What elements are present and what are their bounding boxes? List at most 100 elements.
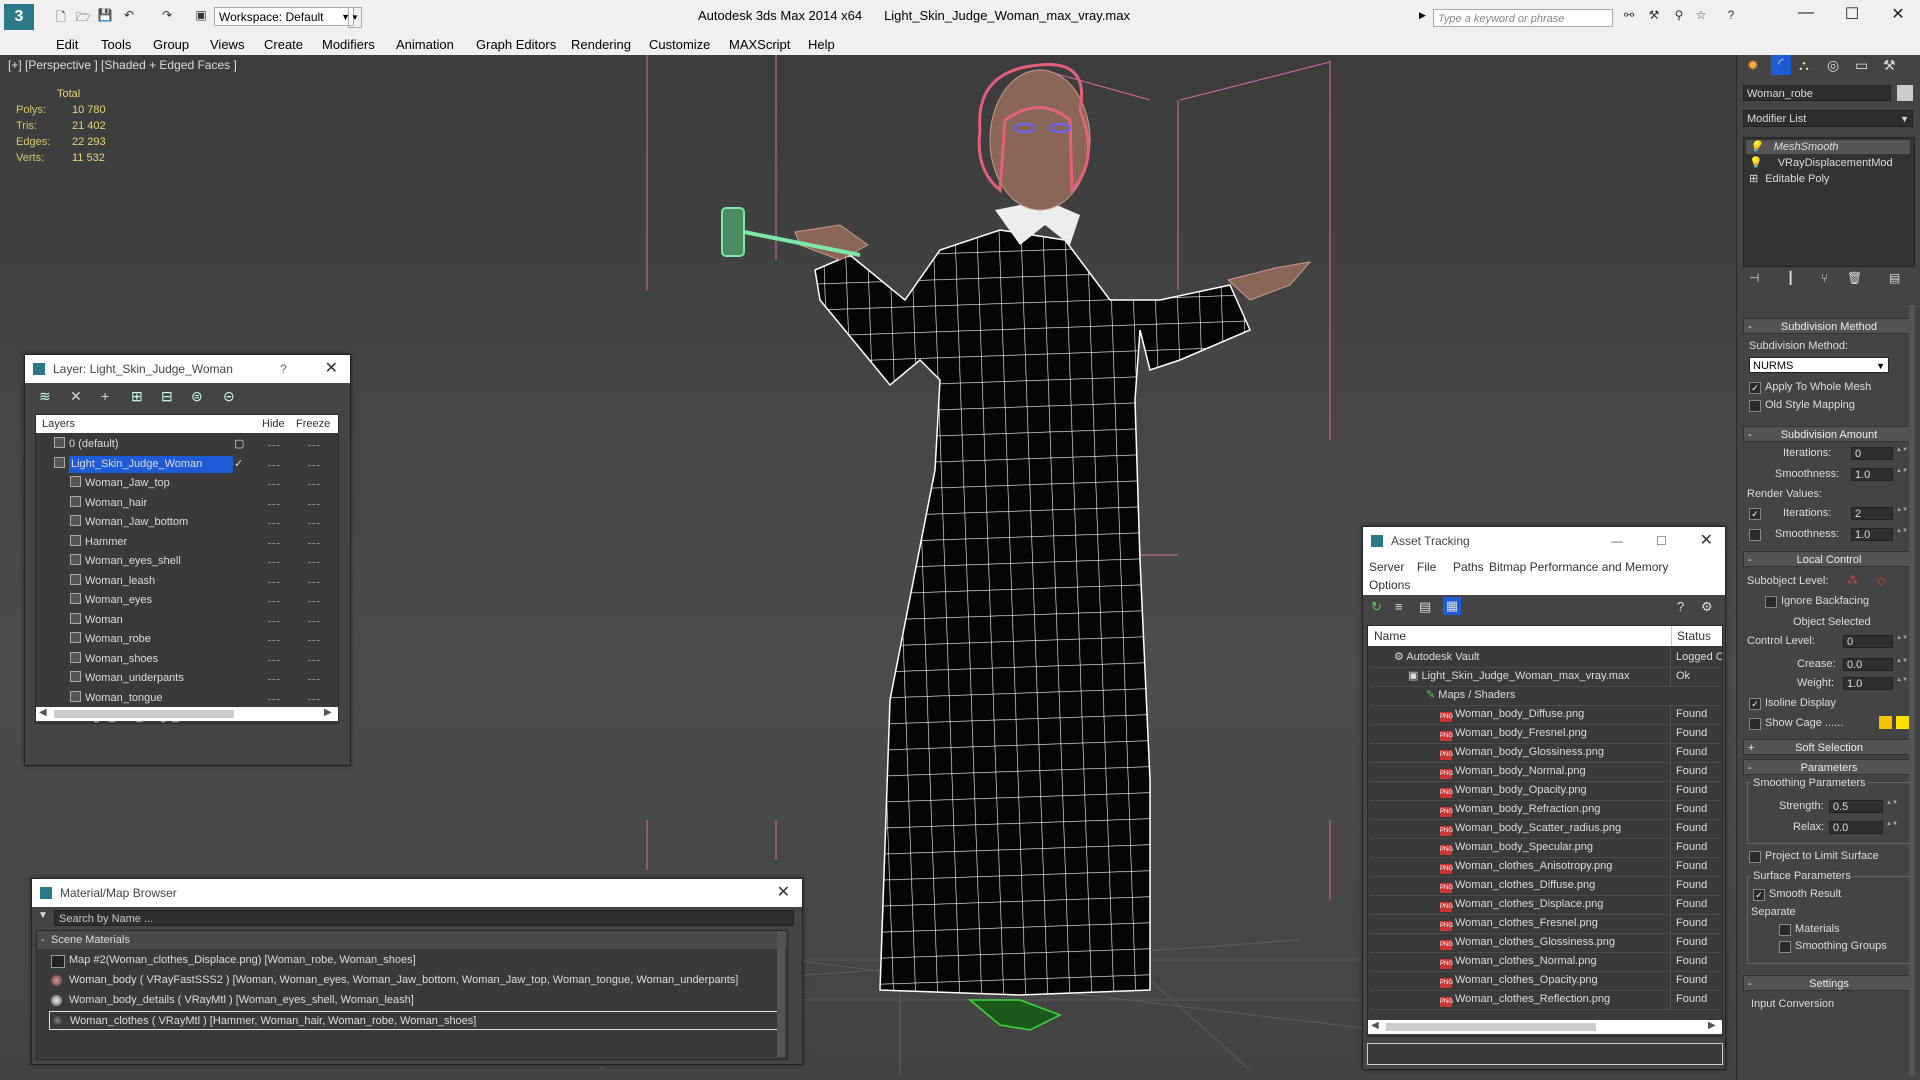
lightbulb-icon[interactable]: 💡: [1746, 141, 1766, 153]
hide-toggle[interactable]: [268, 640, 280, 643]
cage-color-swatch-2[interactable]: [1896, 716, 1909, 729]
menu-edit[interactable]: Edit: [56, 37, 78, 52]
stack-item-meshsmooth[interactable]: 💡 MeshSmooth: [1746, 140, 1910, 154]
minimize-icon[interactable]: —: [1786, 4, 1826, 22]
help-icon[interactable]: ?: [280, 355, 287, 383]
layer-row[interactable]: Woman_shoes: [36, 650, 338, 669]
smooth-result-checkbox[interactable]: ✓: [1753, 889, 1765, 901]
filter-arrow-icon[interactable]: ▼: [38, 910, 48, 921]
close-icon[interactable]: ✕: [1878, 4, 1918, 24]
add-selection-icon[interactable]: ⊞: [131, 388, 143, 405]
help-icon[interactable]: ?: [1677, 599, 1684, 614]
rollout-settings[interactable]: - Settings: [1743, 975, 1915, 991]
scroll-right-icon[interactable]: ▶: [324, 707, 332, 718]
asset-row[interactable]: PNG Woman_clothes_Glossiness.png Found: [1370, 933, 1720, 953]
utilities-tab-icon[interactable]: ⚒: [1883, 57, 1896, 74]
freeze-toggle[interactable]: [308, 523, 320, 526]
asset-row[interactable]: PNG Woman_clothes_Reflection.png Found: [1370, 990, 1720, 1010]
freeze-toggle[interactable]: [308, 698, 320, 702]
freeze-toggle[interactable]: [308, 542, 320, 546]
configure-sets-icon[interactable]: ▤: [1889, 271, 1900, 285]
asset-row[interactable]: PNG Woman_body_Diffuse.png Found: [1370, 705, 1720, 725]
select-objects-icon[interactable]: ⊟: [161, 388, 173, 405]
maximize-icon[interactable]: ☐: [1832, 4, 1872, 24]
hide-toggle[interactable]: [268, 679, 280, 682]
relax-spinner[interactable]: 0.0: [1829, 820, 1893, 834]
maximize-icon[interactable]: ☐: [1656, 527, 1667, 555]
material-item-selected[interactable]: Woman_clothes ( VRayMtl ) [Hammer, Woman…: [49, 1011, 781, 1030]
hscroll[interactable]: ◀ ▶: [36, 707, 338, 721]
vertex-level-icon[interactable]: ⁂: [1847, 574, 1858, 587]
hide-toggle[interactable]: [268, 523, 280, 526]
menu-paths[interactable]: Paths: [1453, 560, 1484, 574]
hide-toggle[interactable]: [268, 503, 280, 507]
scroll-right-icon[interactable]: ▶: [1708, 1020, 1716, 1031]
menu-bitmap-performance[interactable]: Bitmap Performance and Memory: [1489, 560, 1668, 574]
lightbulb-icon[interactable]: 💡: [1746, 157, 1766, 169]
thumbnail-view-icon[interactable]: ▤: [1419, 599, 1431, 615]
menu-views[interactable]: Views: [210, 37, 244, 52]
layer-row-selected[interactable]: Light_Skin_Judge_Woman ✓: [36, 455, 338, 474]
new-file-icon[interactable]: 🗋: [52, 8, 70, 24]
workspace-dropdown-button[interactable]: ▼: [348, 7, 362, 28]
layer-row[interactable]: Woman_robe: [36, 630, 338, 649]
menu-rendering[interactable]: Rendering: [571, 37, 631, 52]
layer-row[interactable]: Woman_Jaw_top: [36, 474, 338, 493]
scroll-left-icon[interactable]: ◀: [1371, 1020, 1379, 1031]
col-layers[interactable]: Layers: [42, 415, 75, 433]
current-layer-check-icon[interactable]: ✓: [234, 455, 243, 474]
scroll-left-icon[interactable]: ◀: [39, 707, 47, 718]
apply-whole-mesh-checkbox[interactable]: ✓: [1749, 382, 1761, 394]
layer-row[interactable]: Woman_eyes: [36, 591, 338, 610]
freeze-toggle[interactable]: [308, 445, 320, 448]
list-view-icon[interactable]: ≡: [1395, 599, 1403, 614]
search-arrow-icon[interactable]: ▶: [1419, 10, 1426, 21]
asset-row[interactable]: ⚙ Autodesk Vault Logged C: [1370, 648, 1722, 668]
current-layer-box-icon[interactable]: ▢: [234, 435, 244, 454]
search-input[interactable]: Type a keyword or phrase: [1433, 9, 1613, 27]
object-name-field[interactable]: Woman_robe: [1743, 85, 1891, 101]
hide-toggle[interactable]: [268, 542, 280, 546]
col-status[interactable]: Status: [1671, 626, 1711, 646]
render-iterations-checkbox[interactable]: ✓: [1749, 508, 1761, 520]
expand-icon[interactable]: ⊞: [1746, 173, 1761, 185]
asset-hscroll[interactable]: ◀ ▶: [1368, 1020, 1722, 1034]
delete-layer-icon[interactable]: ✕: [70, 388, 82, 405]
asset-tracking-titlebar[interactable]: Asset Tracking — ☐ ✕: [1363, 527, 1725, 555]
freeze-toggle[interactable]: [308, 620, 320, 624]
close-icon[interactable]: ✕: [1700, 527, 1713, 555]
render-smoothness-checkbox[interactable]: [1749, 529, 1761, 541]
rollout-subdivision-method[interactable]: - Subdivision Method: [1743, 318, 1915, 334]
workspace-dropdown[interactable]: Workspace: Default ▼: [214, 7, 354, 26]
hide-toggle[interactable]: [268, 620, 280, 624]
add-layer-icon[interactable]: +: [101, 388, 109, 404]
materials-checkbox[interactable]: [1779, 924, 1791, 936]
asset-row[interactable]: PNG Woman_clothes_Normal.png Found: [1370, 952, 1720, 972]
layer-row[interactable]: Woman_eyes_shell: [36, 552, 338, 571]
material-item[interactable]: Map #2(Woman_clothes_Displace.png) [Woma…: [51, 951, 416, 970]
layer-row[interactable]: 0 (default) ▢: [36, 435, 338, 454]
material-item[interactable]: Woman_body_details ( VRayMtl ) [Woman_ey…: [51, 991, 414, 1010]
layer-row[interactable]: Woman_hair: [36, 494, 338, 513]
scene-materials-group[interactable]: - Scene Materials: [37, 931, 787, 949]
menu-customize[interactable]: Customize: [649, 37, 710, 52]
subdivision-method-dropdown[interactable]: NURMS ▼: [1749, 357, 1889, 373]
motion-tab-icon[interactable]: ◎: [1827, 57, 1839, 74]
undo-icon[interactable]: ↶: [120, 8, 138, 24]
menu-maxscript[interactable]: MAXScript: [729, 37, 790, 52]
refresh-icon[interactable]: ↻: [1371, 599, 1382, 615]
menu-server[interactable]: Server: [1369, 560, 1404, 574]
sign-in-icon[interactable]: ⚲: [1670, 8, 1688, 24]
asset-row[interactable]: PNG Woman_clothes_Opacity.png Found: [1370, 971, 1720, 991]
scroll-thumb[interactable]: [1386, 1023, 1596, 1031]
help-icon[interactable]: ?: [1722, 8, 1740, 24]
asset-row[interactable]: PNG Woman_body_Specular.png Found: [1370, 838, 1720, 858]
save-icon[interactable]: 💾: [96, 8, 114, 24]
hide-toggle[interactable]: [268, 698, 280, 702]
binoculars-icon[interactable]: ⚯: [1620, 8, 1638, 24]
asset-row[interactable]: PNG Woman_body_Fresnel.png Found: [1370, 724, 1720, 744]
asset-row[interactable]: ✎ Maps / Shaders: [1370, 686, 1720, 706]
freeze-toggle[interactable]: [308, 601, 320, 604]
redo-icon[interactable]: ↷: [158, 8, 176, 24]
render-smoothness-spinner[interactable]: 1.0: [1851, 527, 1903, 541]
